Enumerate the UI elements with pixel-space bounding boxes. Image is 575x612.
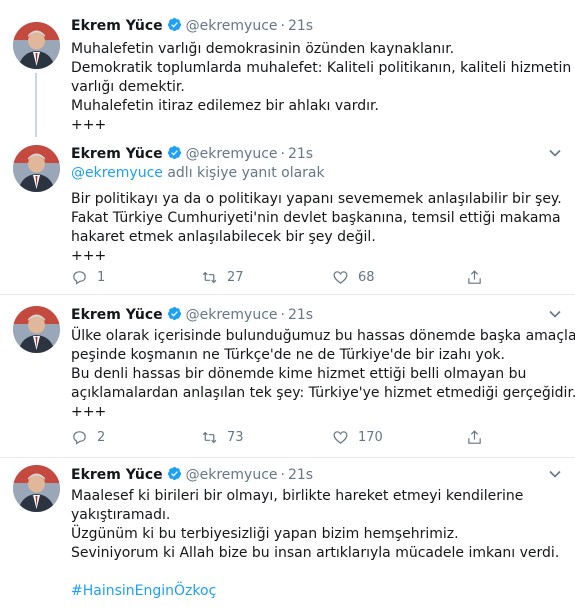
author-name[interactable]: Ekrem Yüce: [71, 467, 163, 483]
share-icon: [468, 429, 481, 444]
author-handle[interactable]: @ekremyuce: [186, 467, 278, 483]
timestamp[interactable]: 21s: [288, 18, 313, 34]
retweet-count: 27: [227, 269, 244, 285]
reply-button[interactable]: 2: [71, 427, 105, 447]
tweet-line: Bir politikayı ya da o politikayı yapanı…: [71, 191, 562, 207]
tweet-text: Bir politikayı ya da o politikayı yapanı…: [71, 190, 562, 266]
heart-icon: [333, 270, 348, 284]
hashtag-link[interactable]: #HainsinEnginÖzkoç: [71, 582, 561, 601]
separator: ·: [280, 307, 285, 323]
profile-photo: [13, 465, 60, 512]
reply-icon: [73, 270, 86, 285]
profile-photo: [13, 145, 60, 192]
verified-badge-icon: [167, 17, 181, 32]
avatar[interactable]: [13, 22, 60, 69]
reply-count: 1: [97, 269, 106, 285]
tweet-2[interactable]: Ekrem Yüce @ekremyuce · 21s @ekremyuce adlı…: [0, 140, 575, 294]
tweet-line: Demokratik toplumlarda muhalefet: Kalite…: [71, 60, 572, 76]
tweet-text: Maalesef ki birileri bir olmayı, birlikt…: [71, 487, 561, 601]
tweet-line: +++: [71, 117, 107, 133]
verified-badge-icon: [167, 466, 181, 481]
thread-connector: [35, 73, 37, 137]
timestamp[interactable]: 21s: [288, 146, 313, 162]
author-name[interactable]: Ekrem Yüce: [71, 18, 163, 34]
chevron-down-icon[interactable]: [548, 467, 562, 481]
like-button[interactable]: 170: [332, 427, 383, 447]
tweet-line: varlığı demektir.: [71, 79, 185, 95]
tweet-4[interactable]: Ekrem Yüce @ekremyuce · 21s Maalesef ki bir…: [0, 458, 575, 612]
timestamp[interactable]: 21s: [288, 307, 313, 323]
separator: ·: [280, 18, 285, 34]
tweet-line: Muhalefetin varlığı demokrasinin özünden…: [71, 41, 455, 57]
chevron-down-icon[interactable]: [548, 307, 562, 321]
avatar[interactable]: [13, 306, 60, 353]
like-button[interactable]: 68: [332, 267, 375, 287]
tweet-line: Ülke olarak içerisinde bulunduğumuz bu h…: [71, 328, 575, 344]
tweet-3[interactable]: Ekrem Yüce @ekremyuce · 21s Ülke olarak içe…: [0, 295, 575, 460]
tweet-line: Maalesef ki birileri bir olmayı, birlikt…: [71, 488, 524, 504]
retweet-button[interactable]: 73: [201, 427, 244, 447]
tweet-text: Muhalefetin varlığı demokrasinin özünden…: [71, 40, 572, 135]
heart-icon: [333, 430, 348, 444]
avatar[interactable]: [13, 465, 60, 512]
tweet-actions: 1 27 68: [71, 267, 481, 287]
share-icon: [468, 269, 481, 284]
profile-photo: [13, 306, 60, 353]
verified-badge-icon: [167, 306, 181, 321]
share-button[interactable]: [466, 267, 492, 287]
reply-to-handle[interactable]: @ekremyuce: [71, 165, 163, 181]
chevron-down-icon[interactable]: [548, 146, 562, 160]
tweet-line: +++: [71, 248, 107, 264]
reply-to-label: adlı kişiye yanıt olarak: [162, 165, 325, 181]
author-handle[interactable]: @ekremyuce: [186, 307, 278, 323]
tweet-1[interactable]: Ekrem Yüce @ekremyuce · 21s Muhalefetin var…: [0, 0, 575, 140]
separator: ·: [280, 146, 285, 162]
tweet-line: Fakat Türkiye Cumhuriyeti'nin devlet baş…: [71, 210, 561, 226]
author-name[interactable]: Ekrem Yüce: [71, 146, 163, 162]
verified-badge-icon: [167, 145, 181, 160]
replying-to: @ekremyuce adlı kişiye yanıt olarak: [71, 164, 325, 183]
tweet-line: açıklamalardan anlaşılan tek şey: Türkiy…: [71, 385, 575, 401]
reply-button[interactable]: 1: [71, 267, 105, 287]
tweet-line: Seviniyorum ki Allah bize bu insan artık…: [71, 545, 560, 561]
separator: ·: [280, 467, 285, 483]
author-handle[interactable]: @ekremyuce: [186, 18, 278, 34]
retweet-icon: [202, 271, 217, 283]
tweet-line: Muhalefetin itiraz edilemez bir ahlakı v…: [71, 98, 379, 114]
tweet-line: Bu denli hassas bir dönemde kime hizmet …: [71, 366, 527, 382]
author-name[interactable]: Ekrem Yüce: [71, 307, 163, 323]
tweet-line: +++: [71, 404, 107, 420]
like-count: 68: [358, 269, 375, 285]
tweet-line: peşinde koşmanın ne Türkçe'de ne de Türk…: [71, 347, 505, 363]
tweet-line: Üzgünüm ki bu terbiyesizliği yapan bizim…: [71, 526, 459, 542]
share-button[interactable]: [466, 427, 492, 447]
retweet-count: 73: [227, 429, 244, 445]
tweet-actions: 2 73 170: [71, 427, 481, 447]
author-handle[interactable]: @ekremyuce: [186, 146, 278, 162]
like-count: 170: [358, 429, 383, 445]
reply-icon: [73, 430, 86, 445]
timestamp[interactable]: 21s: [288, 467, 313, 483]
tweet-line: yakıştıramadı.: [71, 507, 171, 523]
retweet-icon: [202, 431, 217, 443]
avatar[interactable]: [13, 145, 60, 192]
tweet-text: Ülke olarak içerisinde bulunduğumuz bu h…: [71, 327, 575, 422]
tweet-line: hakaret etmek anlaşılabilecek bir şey de…: [71, 229, 376, 245]
profile-photo: [13, 22, 60, 69]
reply-count: 2: [97, 429, 106, 445]
retweet-button[interactable]: 27: [201, 267, 244, 287]
